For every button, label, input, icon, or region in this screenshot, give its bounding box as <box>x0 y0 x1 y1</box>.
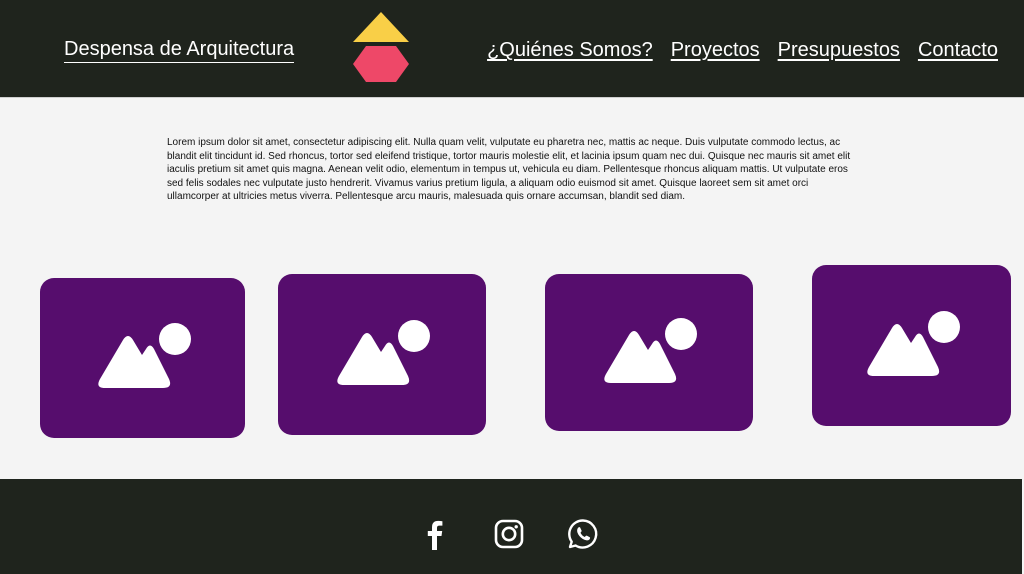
main-content: Lorem ipsum dolor sit amet, consectetur … <box>0 98 1024 478</box>
nav-link-presupuestos[interactable]: Presupuestos <box>778 39 900 62</box>
gallery-card-3[interactable] <box>545 274 753 431</box>
whatsapp-icon[interactable] <box>566 517 600 551</box>
gallery-card-4[interactable] <box>812 265 1011 426</box>
image-placeholder-icon <box>97 323 191 388</box>
facebook-icon[interactable] <box>418 517 452 551</box>
nav-link-contacto[interactable]: Contacto <box>918 39 998 62</box>
gallery-card-2[interactable] <box>278 274 486 435</box>
main-nav: ¿Quiénes Somos? Proyectos Presupuestos C… <box>487 39 998 62</box>
intro-paragraph: Lorem ipsum dolor sit amet, consectetur … <box>167 137 851 202</box>
nav-link-quienes-somos[interactable]: ¿Quiénes Somos? <box>487 39 653 62</box>
image-placeholder-icon <box>866 310 960 376</box>
brand-link[interactable]: Despensa de Arquitectura <box>64 38 295 63</box>
image-placeholder-icon <box>337 319 430 385</box>
nav-link-proyectos[interactable]: Proyectos <box>671 39 760 62</box>
site-footer <box>0 479 1022 574</box>
logo-icon[interactable] <box>350 10 412 86</box>
instagram-icon[interactable] <box>492 517 526 551</box>
gallery-card-1[interactable] <box>40 278 245 438</box>
site-header: Despensa de Arquitectura ¿Quiénes Somos?… <box>0 0 1024 98</box>
image-placeholder-icon <box>604 317 697 383</box>
social-links <box>418 517 600 551</box>
